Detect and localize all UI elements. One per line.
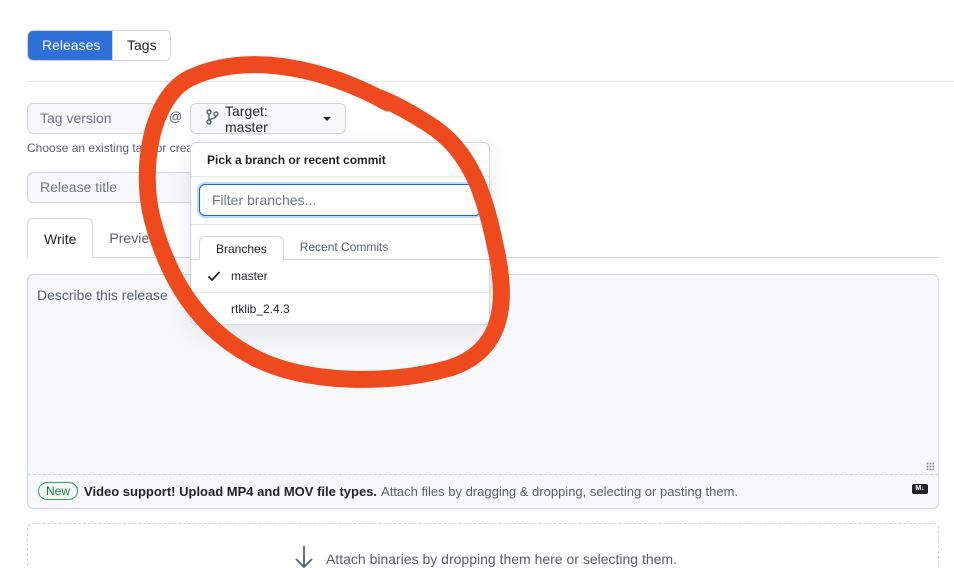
dropdown-tabs: Branches Recent Commits — [191, 225, 489, 260]
tab-branches[interactable]: Branches — [199, 236, 284, 260]
tab-write[interactable]: Write — [27, 218, 94, 258]
attach-binaries-text: Attach binaries by dropping them here or… — [326, 550, 677, 567]
target-branch-button[interactable]: Target: master — [190, 102, 346, 135]
branch-name: rtklib_2.4.3 — [231, 301, 290, 316]
attach-files-hint[interactable]: Attach files by dragging & dropping, sel… — [381, 484, 738, 499]
chevron-down-icon — [323, 116, 331, 121]
tag-version-input[interactable]: Tag version — [27, 103, 157, 134]
arrow-down-icon — [292, 544, 316, 568]
at-sign: @ — [169, 109, 183, 124]
tab-recent-commits[interactable]: Recent Commits — [284, 235, 405, 259]
releases-tab[interactable]: Releases — [28, 31, 112, 60]
branch-name: master — [231, 269, 268, 283]
editor-tabs: Write Preview — [27, 218, 175, 258]
dropdown-title: Pick a branch or recent commit — [191, 143, 489, 177]
target-label: Target: master — [225, 102, 268, 135]
markdown-icon[interactable]: M↓ — [912, 484, 928, 494]
branch-item-master[interactable]: master — [191, 260, 489, 292]
tab-preview[interactable]: Preview — [93, 218, 175, 258]
filter-branches-input[interactable]: Filter branches... — [199, 184, 481, 216]
branch-item-rtklib[interactable]: rtklib_2.4.3 — [191, 292, 489, 324]
description-placeholder: Describe this release — [37, 287, 168, 303]
attach-binaries-dropzone[interactable]: Attach binaries by dropping them here or… — [27, 523, 939, 568]
tag-helper-text: Choose an existing tag, or creat — [27, 141, 197, 155]
git-branch-icon — [205, 109, 219, 128]
branch-picker-dropdown: Pick a branch or recent commit Filter br… — [190, 142, 490, 325]
editor-footer: New Video support! Upload MP4 and MOV fi… — [38, 482, 738, 500]
divider — [27, 81, 954, 82]
release-title-input[interactable]: Release title — [27, 172, 207, 203]
video-support-text: Video support! Upload MP4 and MOV file t… — [84, 483, 378, 499]
editor-divider — [28, 474, 938, 475]
check-icon — [207, 270, 231, 282]
new-badge: New — [38, 482, 79, 500]
resize-handle-icon[interactable] — [926, 462, 934, 470]
tags-tab[interactable]: Tags — [112, 31, 170, 60]
releases-tags-toggle: Releases Tags — [27, 30, 171, 61]
